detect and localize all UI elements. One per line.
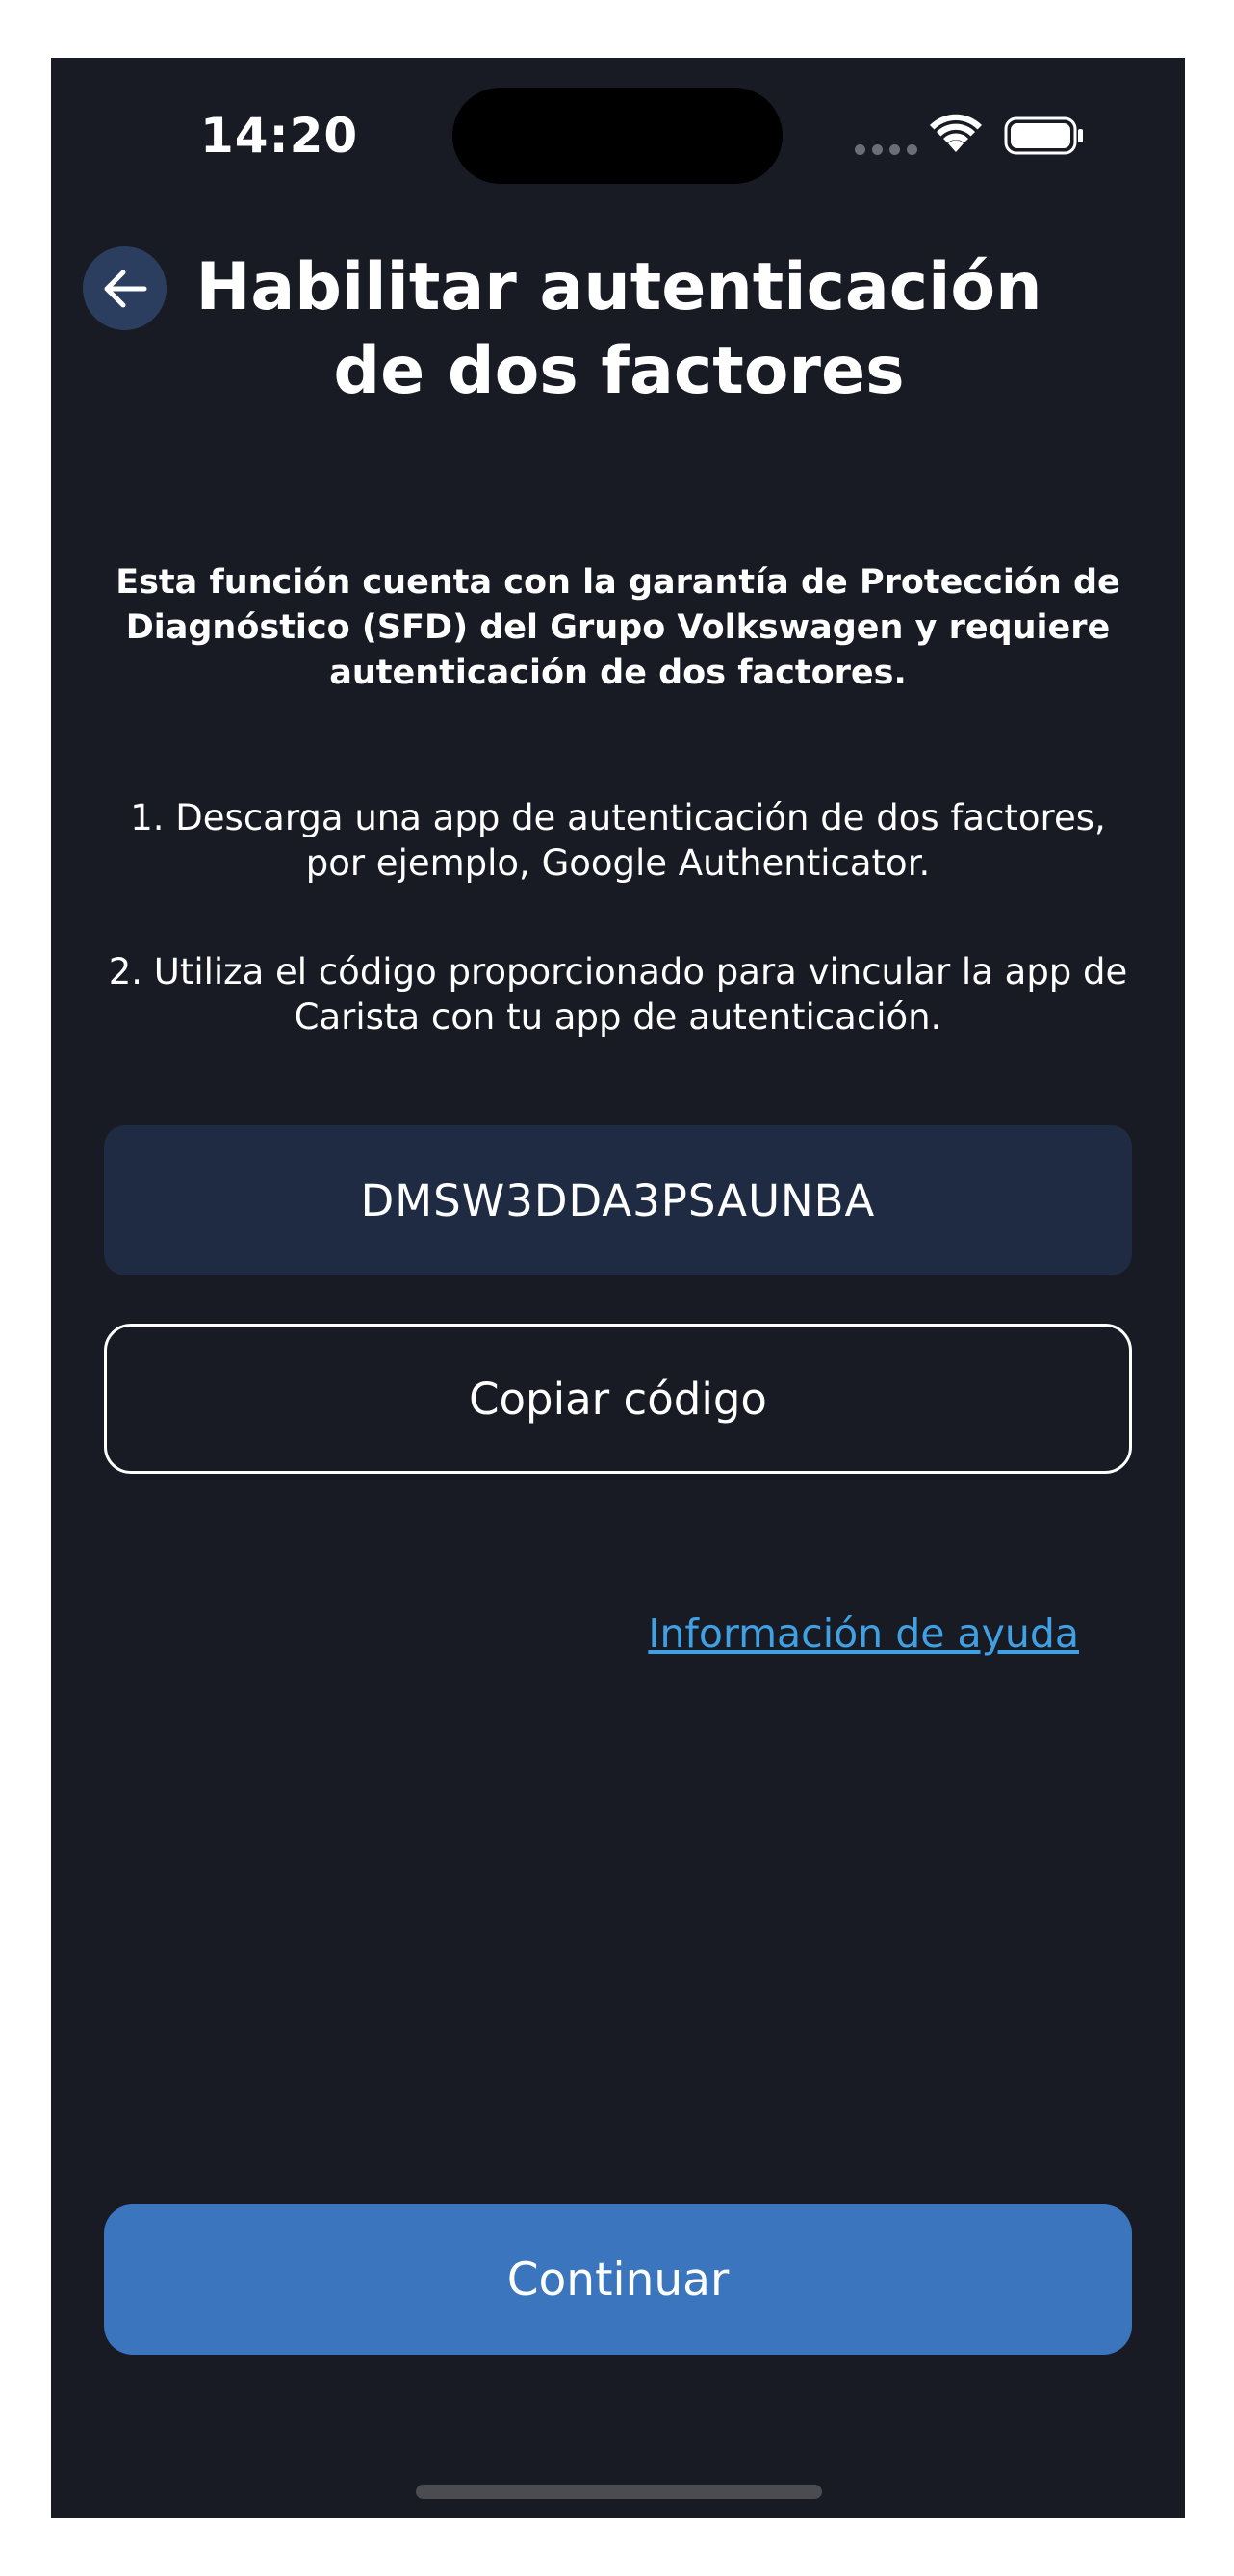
arrow-left-icon (104, 270, 146, 307)
home-indicator[interactable] (416, 2485, 822, 2499)
intro-text: Esta función cuenta con la garantía de P… (116, 563, 1120, 692)
app-screen: 14:20 Habilitar autenticación de dos fac… (51, 58, 1185, 2518)
help-info-link[interactable]: Información de ayuda (609, 1610, 1079, 1657)
step-2-text: 2. Utiliza el código proporcionado para … (108, 951, 1128, 1038)
step-1-text: 1. Descarga una app de autenticación de … (130, 797, 1106, 884)
dynamic-island (452, 88, 783, 184)
battery-icon (1004, 116, 1083, 155)
wifi-icon (930, 114, 982, 152)
page-title: Habilitar autenticación de dos factores (195, 249, 1042, 409)
cellular-signal-icon (855, 144, 917, 155)
continue-button[interactable]: Continuar (104, 2204, 1132, 2355)
status-time: 14:20 (200, 108, 359, 164)
authentication-code: DMSW3DDA3PSAUNBA (104, 1125, 1132, 1275)
copy-code-button[interactable]: Copiar código (104, 1324, 1132, 1474)
back-button[interactable] (83, 246, 167, 330)
